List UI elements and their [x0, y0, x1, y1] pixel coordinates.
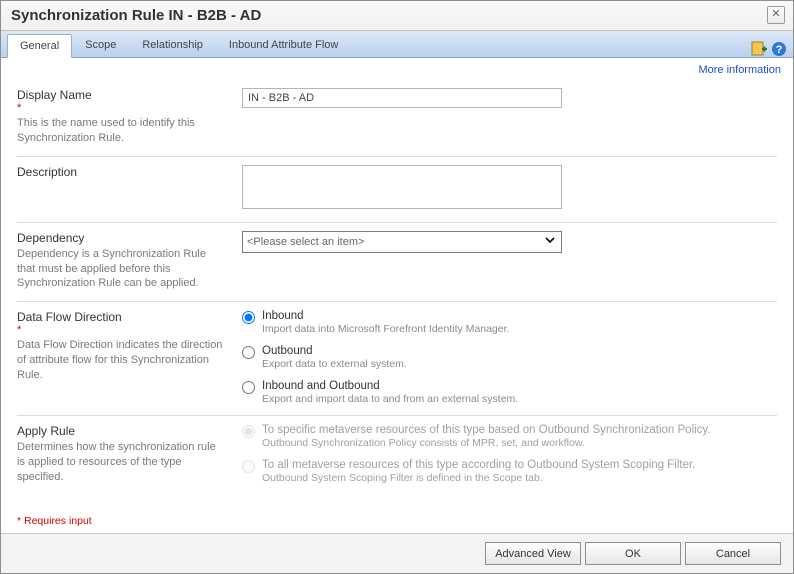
tab-scope[interactable]: Scope	[72, 33, 129, 57]
apply-desc: Determines how the synchronization rule …	[17, 440, 226, 485]
dialog-title: Synchronization Rule IN - B2B - AD	[11, 7, 261, 24]
flow-opt2-sub: Export and import data to and from an ex…	[262, 393, 518, 405]
flow-opt2-label: Inbound and Outbound	[262, 380, 518, 392]
description-label: Description	[17, 165, 226, 179]
tab-bar: General Scope Relationship Inbound Attri…	[1, 31, 793, 58]
apply-opt0-sub: Outbound Synchronization Policy consists…	[262, 437, 711, 449]
flow-option-both[interactable]: Inbound and Outbound Export and import d…	[242, 380, 777, 405]
dependency-label: Dependency	[17, 231, 226, 245]
apply-opt1-label: To all metaverse resources of this type …	[262, 459, 695, 471]
required-marker: *	[17, 324, 226, 336]
flow-radio-both[interactable]	[242, 381, 255, 394]
display-name-label: Display Name	[17, 88, 226, 102]
tab-relationship-label: Relationship	[142, 39, 203, 51]
display-name-input[interactable]	[242, 88, 562, 108]
help-icon[interactable]: ?	[771, 41, 787, 57]
group-dependency: Dependency Dependency is a Synchronizati…	[17, 222, 777, 302]
close-button[interactable]: ✕	[767, 6, 785, 24]
more-info-link[interactable]: More information	[698, 64, 781, 76]
flow-option-outbound[interactable]: Outbound Export data to external system.	[242, 345, 777, 370]
flow-desc: Data Flow Direction indicates the direct…	[17, 338, 226, 383]
dialog-header: Synchronization Rule IN - B2B - AD ✕	[1, 1, 793, 31]
flow-opt1-label: Outbound	[262, 345, 407, 357]
apply-option-scoping: To all metaverse resources of this type …	[242, 459, 777, 484]
add-icon[interactable]	[751, 41, 767, 57]
flow-opt1-sub: Export data to external system.	[262, 358, 407, 370]
dependency-select-placeholder: <Please select an item>	[247, 236, 364, 248]
tab-general-label: General	[20, 40, 59, 52]
required-note-row: * Requires input	[1, 513, 793, 533]
chevron-down-icon	[543, 233, 557, 250]
apply-opt0-label: To specific metaverse resources of this …	[262, 424, 711, 436]
close-icon: ✕	[771, 8, 780, 20]
svg-text:?: ?	[776, 44, 783, 56]
display-name-desc: This is the name used to identify this S…	[17, 116, 226, 146]
flow-label: Data Flow Direction	[17, 310, 226, 324]
apply-option-policy: To specific metaverse resources of this …	[242, 424, 777, 449]
description-textarea[interactable]	[242, 165, 562, 209]
tab-general[interactable]: General	[7, 34, 72, 58]
sync-rule-dialog: Synchronization Rule IN - B2B - AD ✕ Gen…	[0, 0, 794, 574]
group-flow: Data Flow Direction * Data Flow Directio…	[17, 301, 777, 415]
apply-label: Apply Rule	[17, 424, 226, 438]
group-description: Description	[17, 156, 777, 222]
ok-button[interactable]: OK	[585, 542, 681, 565]
tab-inbound-flow-label: Inbound Attribute Flow	[229, 39, 338, 51]
dependency-desc: Dependency is a Synchronization Rule tha…	[17, 247, 226, 292]
required-note: * Requires input	[17, 515, 92, 527]
dependency-select[interactable]: <Please select an item>	[242, 231, 562, 253]
group-apply: Apply Rule Determines how the synchroniz…	[17, 415, 777, 495]
flow-opt0-label: Inbound	[262, 310, 509, 322]
flow-radio-inbound[interactable]	[242, 311, 255, 324]
apply-radio-scoping	[242, 460, 255, 473]
tab-relationship[interactable]: Relationship	[129, 33, 216, 57]
flow-option-inbound[interactable]: Inbound Import data into Microsoft Foref…	[242, 310, 777, 335]
flow-radio-outbound[interactable]	[242, 346, 255, 359]
more-info-row: More information	[1, 58, 793, 76]
apply-radio-policy	[242, 425, 255, 438]
required-marker: *	[17, 102, 226, 114]
form-content: Display Name * This is the name used to …	[1, 76, 793, 513]
advanced-view-button[interactable]: Advanced View	[485, 542, 581, 565]
apply-opt1-sub: Outbound System Scoping Filter is define…	[262, 472, 695, 484]
flow-opt0-sub: Import data into Microsoft Forefront Ide…	[262, 323, 509, 335]
group-display-name: Display Name * This is the name used to …	[17, 80, 777, 156]
cancel-button[interactable]: Cancel	[685, 542, 781, 565]
tab-inbound-flow[interactable]: Inbound Attribute Flow	[216, 33, 351, 57]
dialog-footer: Advanced View OK Cancel	[1, 533, 793, 573]
tab-scope-label: Scope	[85, 39, 116, 51]
